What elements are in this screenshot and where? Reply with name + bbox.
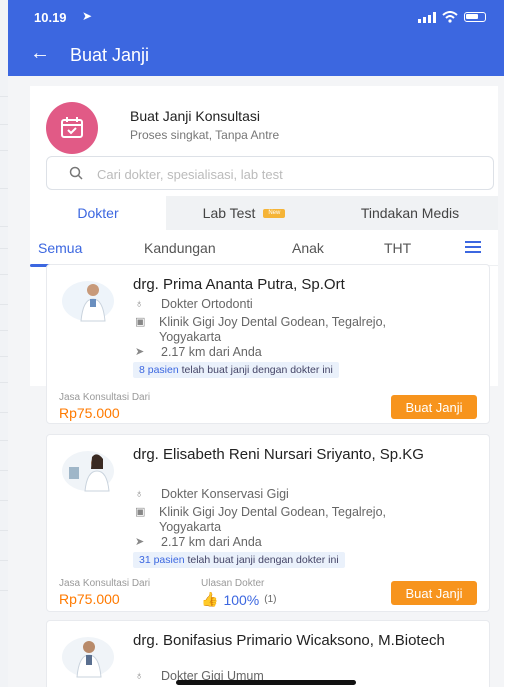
book-appointment-button[interactable]: Buat Janji (391, 395, 477, 419)
doctor-photo (62, 281, 114, 322)
new-badge: New (263, 208, 286, 218)
stethoscope-icon: ♁ (135, 488, 144, 500)
back-arrow-icon[interactable]: ← (30, 42, 50, 65)
doctor-distance: 2.17 km dari Anda (161, 535, 262, 549)
stethoscope-icon: ♁ (135, 298, 144, 310)
doctor-card[interactable]: drg. Bonifasius Primario Wicaksono, M.Bi… (46, 620, 490, 687)
hamburger-menu-icon[interactable] (465, 241, 481, 253)
doctor-photo (62, 637, 114, 678)
doctor-distance: 2.17 km dari Anda (161, 345, 262, 359)
thumbs-up-icon: 👍 (201, 591, 219, 607)
doctor-name: drg. Elisabeth Reni Nursari Sriyanto, Sp… (133, 446, 424, 463)
price-label: Jasa Konsultasi Dari (59, 578, 151, 589)
tab-lab-test[interactable]: Lab Test New (166, 196, 322, 230)
wifi-icon (442, 11, 458, 23)
book-appointment-button[interactable]: Buat Janji (391, 581, 477, 605)
tab-tindakan-medis[interactable]: Tindakan Medis (322, 196, 498, 230)
calendar-icon (46, 102, 98, 154)
tab-tht[interactable]: THT (384, 240, 411, 256)
signal-icon (418, 11, 436, 23)
status-bar: 10.19 ➤ (8, 8, 504, 30)
doctor-photo (62, 451, 114, 492)
clinic-icon: ▣ (135, 506, 146, 518)
doctor-card[interactable]: drg. Elisabeth Reni Nursari Sriyanto, Sp… (46, 434, 490, 612)
intro-title: Buat Janji Konsultasi (130, 108, 260, 124)
battery-icon (464, 12, 486, 22)
doctor-name: drg. Prima Ananta Putra, Sp.Ort (133, 276, 345, 293)
clinic-address: Klinik Gigi Joy Dental Godean, Tegalrejo… (159, 315, 386, 344)
main-tabs: Dokter Lab Test New Tindakan Medis (30, 196, 498, 230)
tab-dokter[interactable]: Dokter (30, 196, 166, 230)
phone-screen: 10.19 ➤ ← Buat Janji Buat Janji Konsulta… (8, 0, 504, 687)
price-label: Jasa Konsultasi Dari (59, 392, 151, 403)
search-icon (69, 166, 83, 180)
clinic-icon: ▣ (135, 316, 146, 328)
doctor-rating: 👍 100% (1) (201, 591, 276, 608)
tab-semua[interactable]: Semua (30, 240, 91, 267)
app-header: 10.19 ➤ ← Buat Janji (8, 0, 504, 76)
rating-percent: 100% (223, 591, 260, 608)
rating-count: (1) (264, 594, 277, 605)
rating-label: Ulasan Dokter (201, 578, 265, 589)
location-arrow-icon: ➤ (82, 9, 93, 23)
tab-anak[interactable]: Anak (292, 240, 324, 256)
intro-subtitle: Proses singkat, Tanpa Antre (130, 128, 280, 142)
doctor-name: drg. Bonifasius Primario Wicaksono, M.Bi… (133, 632, 445, 649)
appointment-count-badge: 31 pasien telah buat janji dengan dokter… (133, 552, 345, 568)
stethoscope-icon: ♁ (135, 670, 144, 682)
search-input[interactable] (97, 163, 477, 185)
navigation-arrow-icon: ➤ (135, 346, 145, 358)
consultation-price: Rp75.000 (59, 591, 120, 607)
home-indicator (176, 680, 356, 685)
search-bar[interactable] (46, 156, 494, 190)
doctor-specialty: Dokter Ortodonti (161, 297, 253, 311)
page-title: Buat Janji (70, 45, 150, 65)
clinic-address: Klinik Gigi Joy Dental Godean, Tegalrejo… (159, 505, 386, 534)
doctor-specialty: Dokter Konservasi Gigi (161, 487, 289, 501)
appointment-count-badge: 8 pasien telah buat janji dengan dokter … (133, 362, 339, 378)
tab-kandungan[interactable]: Kandungan (144, 240, 216, 256)
category-tabs: Semua Kandungan Anak THT (30, 230, 498, 267)
doctor-card[interactable]: drg. Prima Ananta Putra, Sp.Ort ♁ Dokter… (46, 264, 490, 424)
status-time: 10.19 (34, 10, 67, 25)
consultation-price: Rp75.000 (59, 405, 120, 421)
navigation-arrow-icon: ➤ (135, 536, 145, 548)
